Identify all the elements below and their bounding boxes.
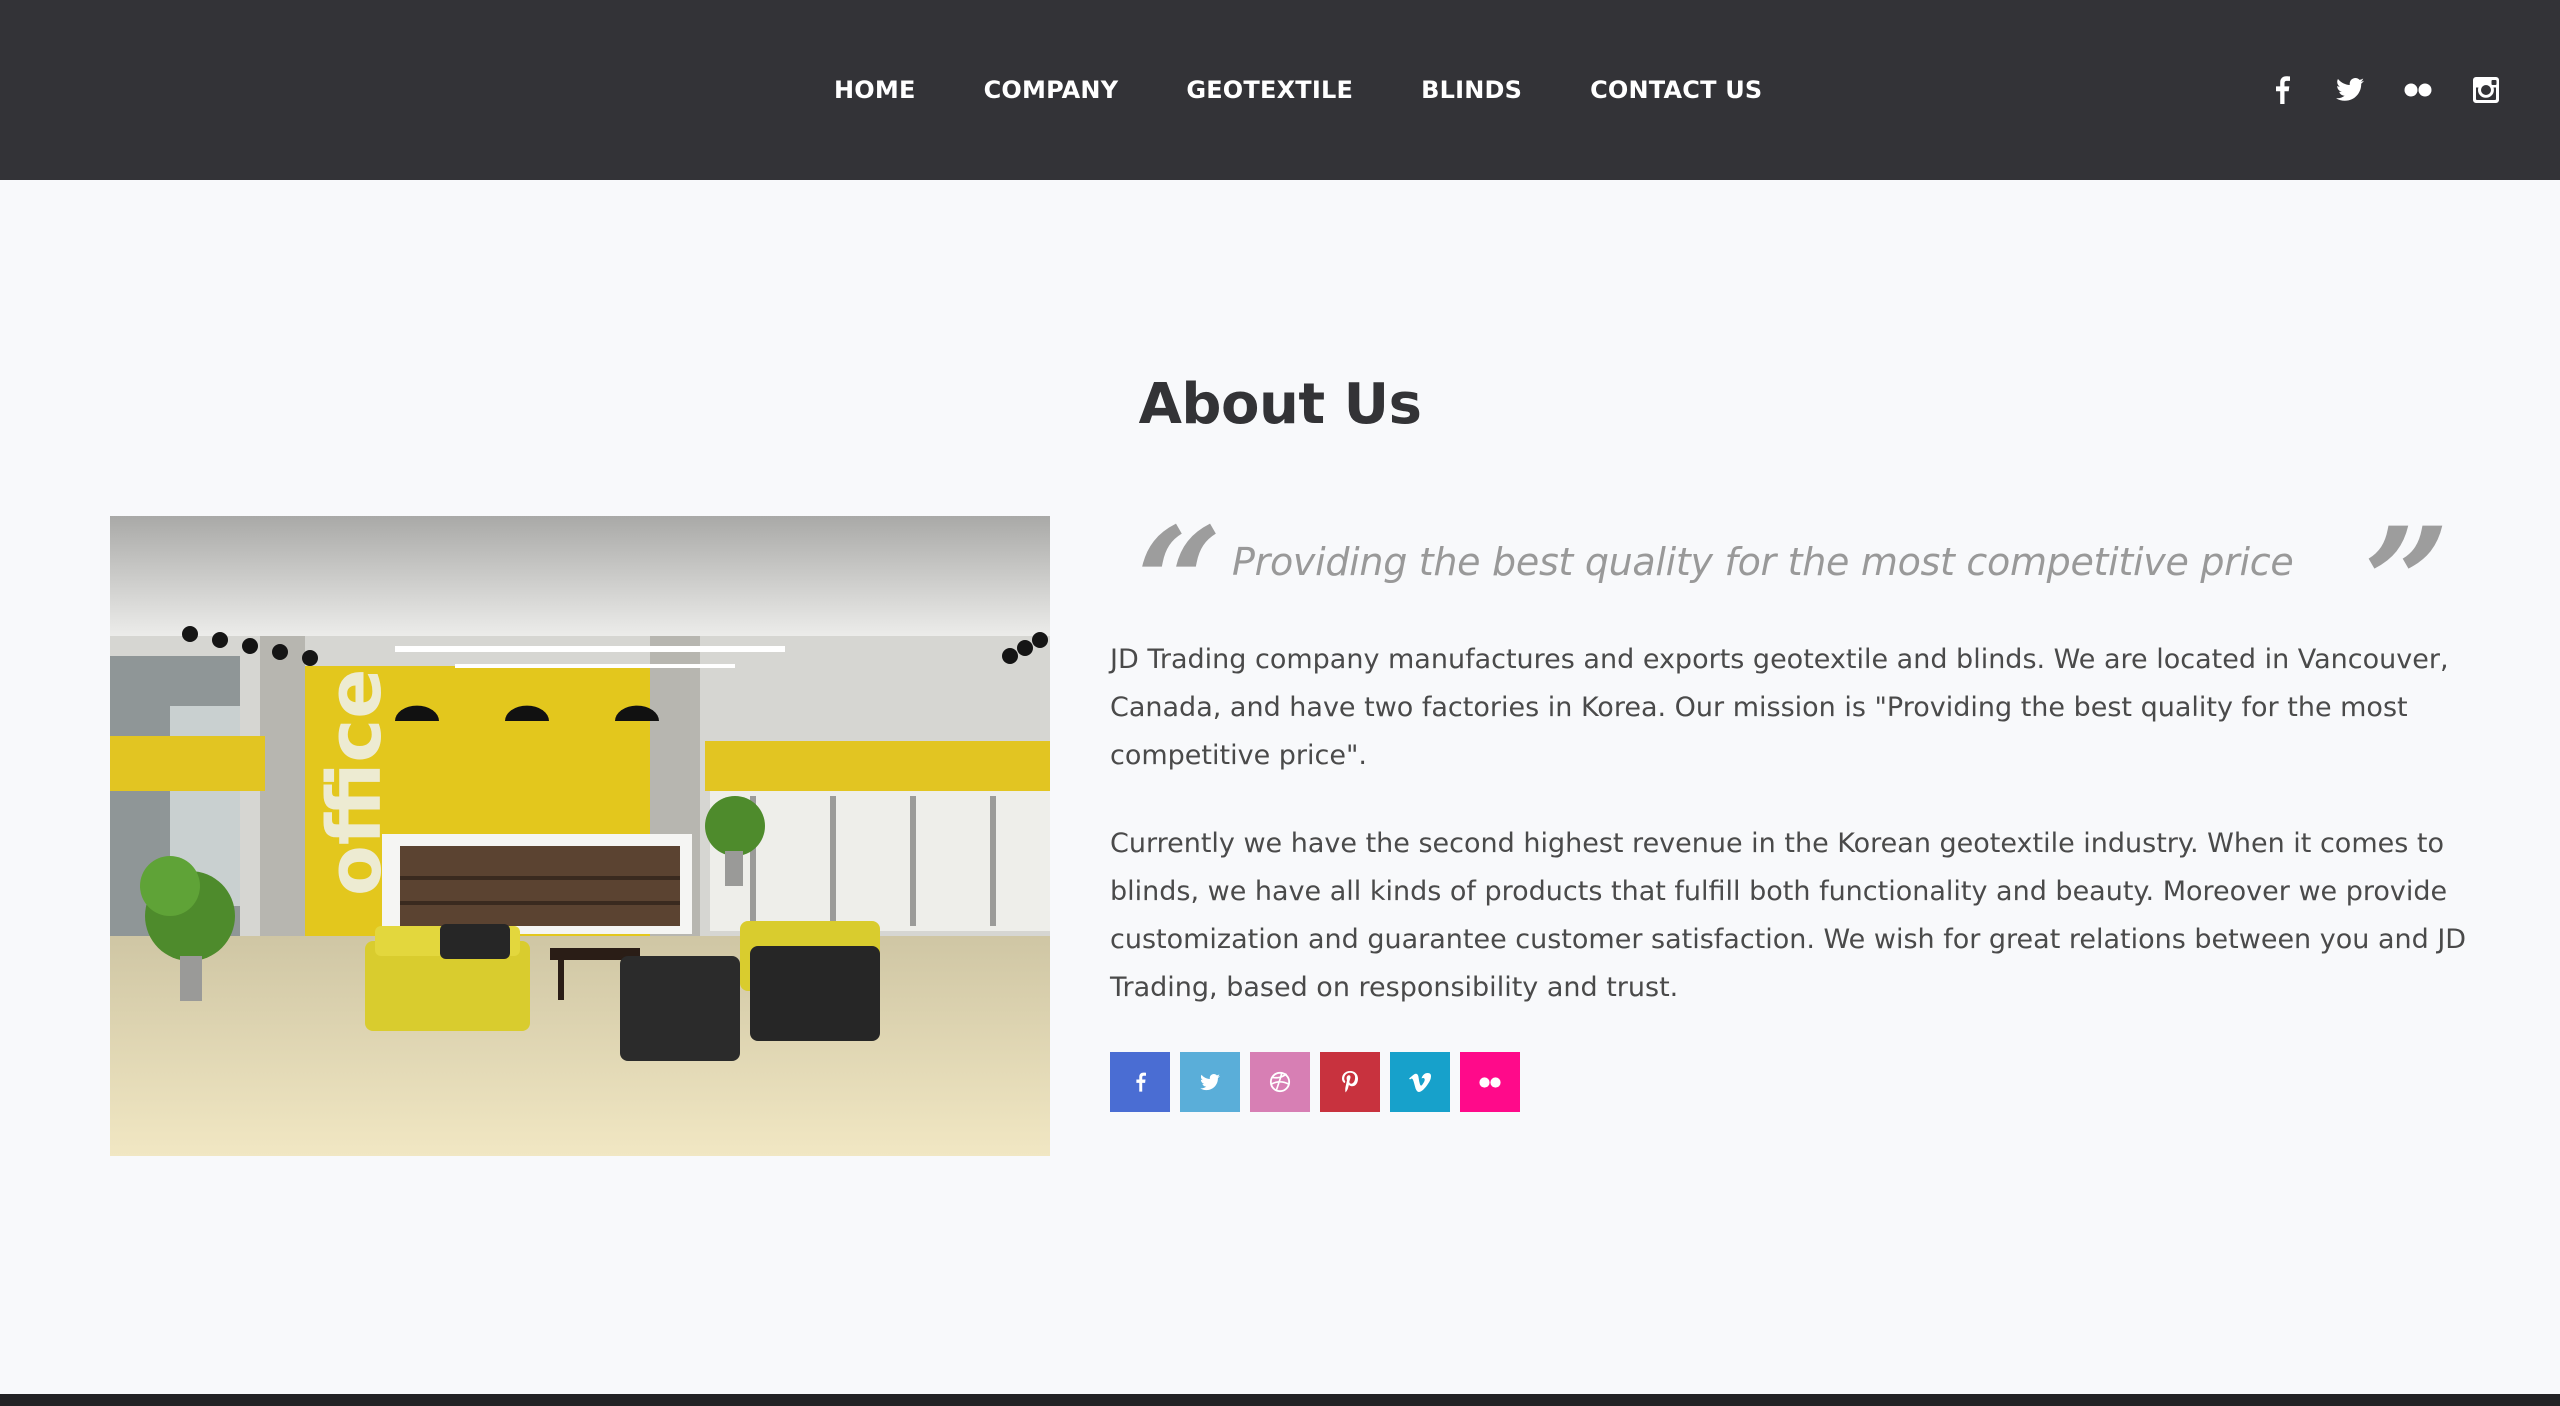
footer-bar [0,1394,2560,1406]
nav-blinds[interactable]: BLINDS [1421,76,1522,104]
dribbble-icon [1269,1071,1291,1093]
share-buttons [1110,1052,1520,1112]
nav-contact-us[interactable]: CONTACT US [1590,76,1762,104]
vimeo-icon [1409,1072,1431,1092]
site-header: HOME COMPANY GEOTEXTILE BLINDS CONTACT U… [0,0,2560,180]
header-social-links [2248,0,2520,180]
share-flickr-button[interactable] [1460,1052,1520,1112]
twitter-icon[interactable] [2316,56,2384,124]
instagram-icon[interactable] [2452,56,2520,124]
flickr-icon[interactable] [2384,56,2452,124]
facebook-icon[interactable] [2248,56,2316,124]
about-paragraph-1: JD Trading company manufactures and expo… [1110,644,2449,771]
nav-geotextile[interactable]: GEOTEXTILE [1186,76,1353,104]
about-paragraph-2: Currently we have the second highest rev… [1110,828,2467,1003]
twitter-icon [1200,1073,1220,1090]
flickr-icon [1479,1076,1501,1088]
page-title: About Us [1138,372,1422,437]
nav-company[interactable]: COMPANY [984,76,1119,104]
office-photo: office [110,516,1050,1156]
share-twitter-button[interactable] [1180,1052,1240,1112]
share-pinterest-button[interactable] [1320,1052,1380,1112]
pinterest-icon [1342,1071,1358,1093]
facebook-icon [1135,1072,1146,1092]
share-facebook-button[interactable] [1110,1052,1170,1112]
nav-home[interactable]: HOME [834,76,916,104]
main-nav: HOME COMPANY GEOTEXTILE BLINDS CONTACT U… [808,0,1796,180]
share-vimeo-button[interactable] [1390,1052,1450,1112]
share-dribbble-button[interactable] [1250,1052,1310,1112]
quote-text: Providing the best quality for the most … [1232,540,2294,584]
mission-quote: “ Providing the best quality for the mos… [1110,508,2450,658]
